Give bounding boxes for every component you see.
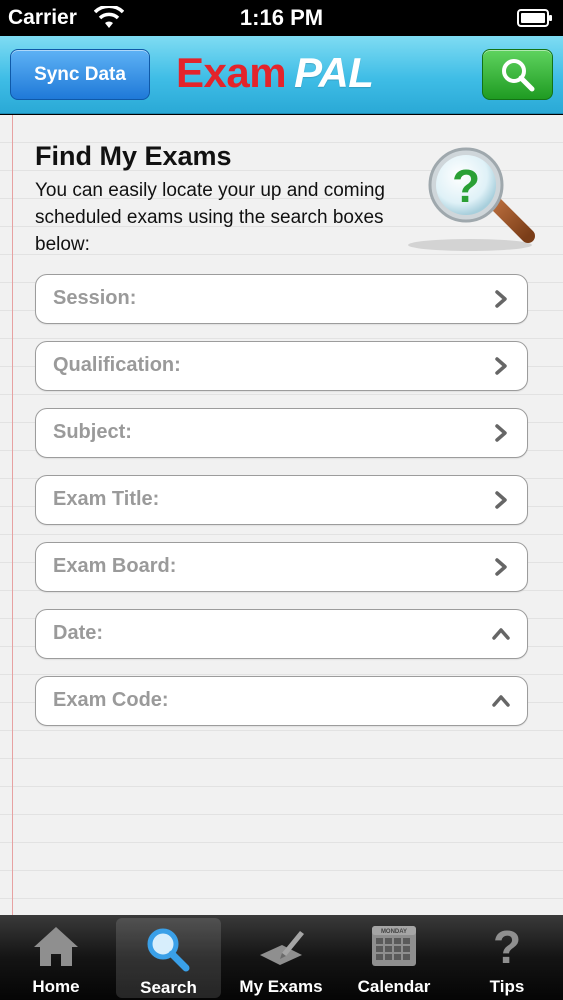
tab-calendar-label: Calendar (357, 977, 431, 996)
logo-pal-text: PAL (294, 49, 374, 96)
page-title: Find My Exams (35, 141, 232, 171)
qualification-label: Qualification: (53, 354, 181, 376)
tab-tips[interactable]: ? Tips (451, 915, 563, 1000)
exam-title-label: Exam Title: (53, 488, 160, 510)
svg-text:?: ? (493, 923, 521, 969)
tab-home[interactable]: Home (0, 915, 112, 1000)
exam-paper-icon (260, 931, 304, 965)
status-bar: Carrier 1:16 PM (0, 0, 563, 36)
chevron-right-icon (495, 357, 507, 375)
page-description: You can easily locate your up and coming… (35, 180, 385, 255)
tab-search[interactable]: Search (116, 918, 221, 998)
calendar-icon: MONDAY (372, 926, 416, 966)
status-time: 1:16 PM (239, 5, 324, 30)
exam-code-field[interactable]: Exam Code: (35, 676, 528, 726)
exam-code-label: Exam Code: (53, 689, 169, 711)
search-button[interactable] (482, 49, 553, 100)
tab-tips-label: Tips (489, 977, 525, 996)
tab-home-label: Home (32, 977, 80, 996)
exam-board-field[interactable]: Exam Board: (35, 542, 528, 592)
home-icon (34, 927, 78, 966)
exam-board-label: Exam Board: (53, 555, 177, 577)
subject-field[interactable]: Subject: (35, 408, 528, 458)
session-label: Session: (53, 287, 137, 309)
date-label: Date: (53, 622, 104, 644)
chevron-right-icon (495, 424, 507, 442)
logo-exam-text: Exam (176, 49, 287, 96)
chevron-right-icon (495, 290, 507, 308)
exam-title-field[interactable]: Exam Title: (35, 475, 528, 525)
chevron-right-icon (495, 491, 507, 509)
qualification-field[interactable]: Qualification: (35, 341, 528, 391)
sync-data-button[interactable]: Sync Data (10, 49, 150, 100)
tab-my-exams-label: My Exams (239, 977, 323, 996)
tab-calendar[interactable]: MONDAY Calendar (338, 915, 450, 1000)
chevron-up-icon (492, 628, 510, 640)
calendar-day-text: MONDAY (381, 929, 407, 935)
subject-label: Subject: (53, 421, 132, 443)
search-icon (501, 58, 534, 91)
search-fields: Session: Qualification: Subject: Exam Ti… (35, 274, 528, 743)
session-field[interactable]: Session: (35, 274, 528, 324)
svg-text:?: ? (452, 160, 480, 212)
tab-my-exams[interactable]: My Exams (225, 915, 337, 1000)
search-content: Find My Exams You can easily locate your… (0, 115, 563, 915)
chevron-right-icon (495, 558, 507, 576)
app-header: Sync Data Exam PAL (0, 36, 563, 114)
paper-margin-line (12, 115, 13, 915)
date-field[interactable]: Date: (35, 609, 528, 659)
tab-bar: Home Search My Exams MONDAY Calendar ? T… (0, 915, 563, 1000)
exampal-logo: Exam PAL (176, 49, 374, 100)
question-icon: ? (493, 923, 521, 969)
search-icon (147, 928, 190, 972)
battery-icon (517, 9, 552, 27)
chevron-up-icon (492, 695, 510, 707)
tab-search-label: Search (140, 978, 197, 997)
magnifier-question-icon: ? (408, 147, 535, 251)
